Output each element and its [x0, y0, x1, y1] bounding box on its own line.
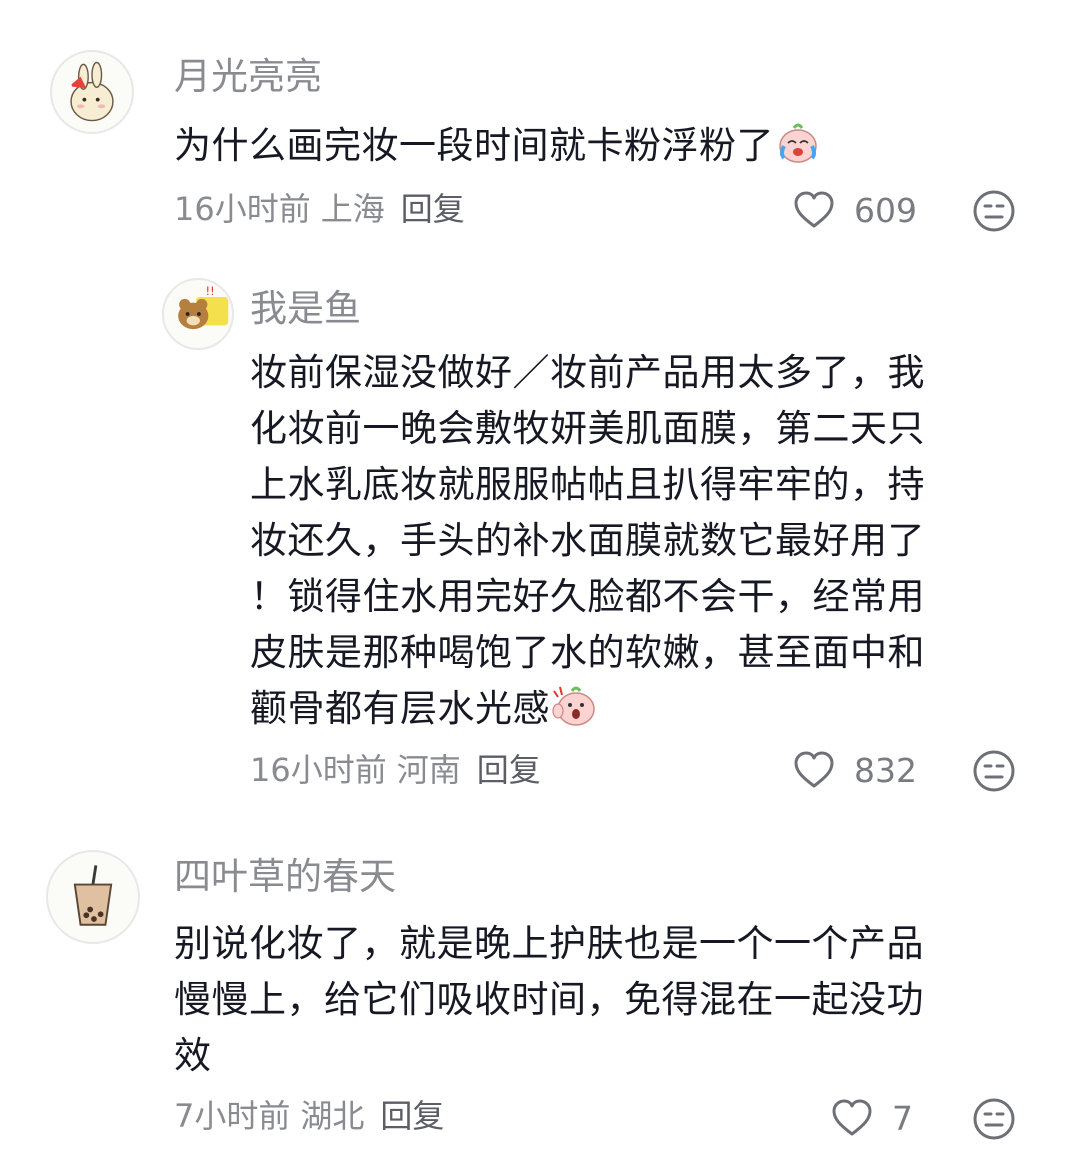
- comment-location: 河南: [396, 751, 461, 789]
- comment-time: 16小时前: [250, 751, 387, 789]
- username[interactable]: 月光亮亮: [174, 58, 322, 95]
- comment-meta: 16小时前 河南 回复: [250, 754, 551, 786]
- heart-outline-icon: [794, 751, 834, 788]
- comment-text-line: ！锁得住水用完好久脸都不会干，经常用: [250, 575, 925, 618]
- reply-button[interactable]: 回复: [477, 751, 541, 789]
- comment-text: 别说化妆了，就是晚上护肤也是一个一个产品 慢慢上，给它们吸收时间，免得混在一起没…: [174, 916, 924, 1084]
- comment-item: 四叶草的春天 别说化妆了，就是晚上护肤也是一个一个产品 慢慢上，给它们吸收时间，…: [0, 810, 1080, 1169]
- bunny-santa-hat-icon: [66, 61, 114, 122]
- username[interactable]: 四叶草的春天: [174, 858, 396, 895]
- heart-outline-icon: [794, 191, 834, 228]
- comment-location: 湖北: [300, 1097, 365, 1135]
- comment-time: 16小时前: [174, 190, 311, 228]
- like-button[interactable]: 7: [830, 1098, 913, 1138]
- bubble-tea-icon: [73, 865, 113, 926]
- comment-text-line: 皮肤是那种喝饱了水的软嫩，甚至面中和: [250, 631, 925, 674]
- comment-time: 7小时前: [174, 1097, 291, 1135]
- comment-text-line: 妆前保湿没做好／妆前产品用太多了，我: [250, 351, 925, 394]
- surprised-peach-emoji: [552, 686, 595, 726]
- user-avatar[interactable]: [50, 50, 134, 134]
- comment-text-line: 慢慢上，给它们吸收时间，免得混在一起没功: [174, 978, 924, 1021]
- like-count: 7: [892, 1098, 913, 1138]
- svg-text:!!: !!: [206, 284, 215, 298]
- comment-text-line: 为什么画完妆一段时间就卡粉浮粉了: [174, 118, 822, 174]
- comment-text: 妆前保湿没做好／妆前产品用太多了，我 化妆前一晚会敷牧妍美肌面膜，第二天只 上水…: [250, 345, 925, 737]
- comment-text-line: 颧骨都有层水光感: [250, 681, 925, 737]
- user-avatar[interactable]: [46, 850, 140, 944]
- comment-text-line: 别说化妆了，就是晚上护肤也是一个一个产品: [174, 922, 924, 965]
- like-count: 609: [854, 190, 917, 230]
- like-button[interactable]: 832: [792, 750, 917, 790]
- brown-bear-icon: !!: [178, 284, 229, 330]
- reply-item: !! 我是鱼 妆前保湿没做好／妆前产品用太多了，我 化妆前一晚会敷牧妍美肌面膜，…: [0, 250, 1080, 810]
- username[interactable]: 我是鱼: [250, 290, 361, 327]
- like-count: 832: [854, 750, 917, 790]
- comment-text-line: 上水乳底妆就服服帖帖且扒得牢牢的，持: [250, 463, 925, 506]
- comment-item: 月光亮亮 为什么画完妆一段时间就卡粉浮粉了 16小时前 上海 回复 609: [0, 0, 1080, 250]
- user-avatar[interactable]: !!: [162, 278, 234, 350]
- reply-button[interactable]: 回复: [380, 1097, 444, 1135]
- comment-text-line: 效: [174, 1034, 212, 1077]
- comment-text-line: 妆还久，手头的补水面膜就数它最好用了: [250, 519, 925, 562]
- reply-button[interactable]: 回复: [401, 190, 465, 228]
- comment-text: 为什么画完妆一段时间就卡粉浮粉了: [174, 118, 822, 174]
- like-button[interactable]: 609: [792, 190, 917, 230]
- comment-text-line: 化妆前一晚会敷牧妍美肌面膜，第二天只: [250, 407, 925, 450]
- comment-meta: 16小时前 上海 回复: [174, 193, 475, 225]
- neutral-face-icon[interactable]: [972, 749, 1016, 793]
- neutral-face-icon[interactable]: [972, 1097, 1016, 1141]
- comment-location: 上海: [320, 190, 385, 228]
- comment-meta: 7小时前 湖北 回复: [174, 1100, 454, 1132]
- heart-outline-icon: [832, 1099, 872, 1136]
- neutral-face-icon[interactable]: [972, 189, 1016, 233]
- crying-peach-emoji: [779, 123, 817, 163]
